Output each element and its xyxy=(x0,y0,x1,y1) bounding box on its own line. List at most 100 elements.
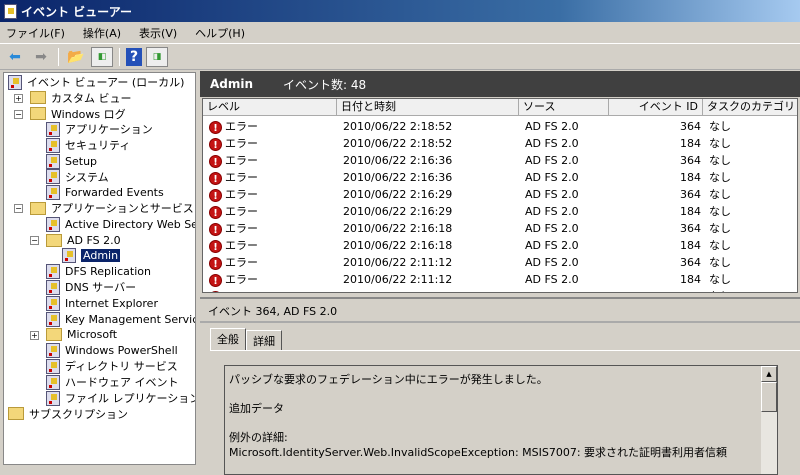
tree-item[interactable]: アプリケーション xyxy=(46,121,153,137)
error-icon: ! xyxy=(209,205,222,219)
event-source: AD FS 2.0 xyxy=(525,254,579,271)
show-hide-tree-icon[interactable]: ◧ xyxy=(91,46,113,67)
column-task-category[interactable]: タスクのカテゴリ xyxy=(703,99,797,116)
tree-item[interactable]: Active Directory Web Services xyxy=(46,216,195,232)
event-log-icon xyxy=(46,169,60,185)
menu-help[interactable]: ヘルプ(H) xyxy=(195,25,245,41)
tree-item[interactable]: サブスクリプション xyxy=(8,406,128,422)
event-id-text: 184 xyxy=(680,273,701,286)
tree-item[interactable]: Setup xyxy=(46,153,97,169)
event-date-text: 2010/06/22 2:10:35 xyxy=(343,290,452,292)
show-hide-action-pane-icon[interactable]: ◨ xyxy=(146,46,168,67)
expander-icon[interactable]: − xyxy=(14,109,23,119)
event-source-text: AD FS 2.0 xyxy=(525,188,579,201)
event-level-text: エラー xyxy=(225,188,258,201)
event-date: 2010/06/22 2:16:18 xyxy=(343,220,452,237)
log-header: Admin イベント数: 48 xyxy=(200,71,800,97)
tree-item-label: Setup xyxy=(65,154,98,168)
event-id-text: 184 xyxy=(680,171,701,184)
tree-item[interactable]: Forwarded Events xyxy=(46,185,164,201)
tree-item[interactable]: イベント ビューアー (ローカル) xyxy=(8,74,184,90)
tree-item[interactable]: Admin xyxy=(62,248,121,264)
back-icon[interactable]: ⬅ xyxy=(4,47,26,67)
table-row[interactable]: ! エラー 2010/06/22 2:16:29 AD FS 2.0 184 なし xyxy=(203,203,797,220)
tree-item[interactable]: AD FS 2.0 xyxy=(46,232,121,248)
tab-details[interactable]: 詳細 xyxy=(246,330,282,350)
tree-item-label: ハードウェア イベント xyxy=(65,376,179,390)
event-level: !エラー xyxy=(209,254,258,271)
menu-file[interactable]: ファイル(F) xyxy=(6,25,65,41)
table-row[interactable]: !エラー 2010/06/22 2:10:35 AD FS 2.0 364 なし xyxy=(203,288,797,292)
tab-general[interactable]: 全般 xyxy=(210,328,246,350)
vertical-scrollbar[interactable]: ▲ xyxy=(761,366,777,474)
tree-item[interactable]: カスタム ビュー xyxy=(30,90,132,106)
event-task-category: なし xyxy=(709,135,731,152)
event-source: AD FS 2.0 xyxy=(525,237,579,254)
tree-item[interactable]: ディレクトリ サービス xyxy=(46,358,178,374)
table-row[interactable]: ! エラー 2010/06/22 2:16:36 AD FS 2.0 184 なし xyxy=(203,169,797,186)
tree-item[interactable]: Microsoft xyxy=(46,327,117,343)
table-header: レベル 日付と時刻 ソース イベント ID タスクのカテゴリ xyxy=(203,99,797,116)
event-date: 2010/06/22 2:16:36 xyxy=(343,152,452,169)
error-icon: ! xyxy=(209,154,222,168)
scroll-up-icon[interactable]: ▲ xyxy=(761,366,777,382)
event-task-category-text: なし xyxy=(709,171,731,184)
event-date-text: 2010/06/22 2:18:52 xyxy=(343,137,453,150)
expander-icon[interactable]: + xyxy=(30,330,39,340)
event-date: 2010/06/22 2:16:36 xyxy=(343,169,452,186)
tree-item[interactable]: Windows ログ xyxy=(30,106,126,122)
menu-view[interactable]: 表示(V) xyxy=(139,25,177,41)
expander-icon[interactable]: − xyxy=(30,236,39,245)
tree-item[interactable]: Key Management Service xyxy=(46,311,195,327)
toolbar: ⬅ ➡ 📂 ◧ ? ◨ xyxy=(0,44,800,70)
column-date[interactable]: 日付と時刻 xyxy=(337,99,519,116)
column-level[interactable]: レベル xyxy=(203,99,337,116)
column-source[interactable]: ソース xyxy=(519,99,609,116)
event-id-text: 364 xyxy=(680,256,701,269)
event-task-category-text: なし xyxy=(709,154,731,167)
event-task-category: なし xyxy=(709,118,731,135)
up-folder-icon[interactable]: 📂 xyxy=(65,47,87,67)
tree-item[interactable]: ファイル レプリケーション サービス xyxy=(46,390,196,406)
tree-item[interactable]: Windows PowerShell xyxy=(46,343,178,359)
tree-item[interactable]: アプリケーションとサービス ログ xyxy=(30,200,195,216)
event-source: AD FS 2.0 xyxy=(525,169,579,186)
table-row[interactable]: ! エラー 2010/06/22 2:16:18 AD FS 2.0 364 なし xyxy=(203,220,797,237)
tree-item[interactable]: DNS サーバー xyxy=(46,279,136,295)
table-row[interactable]: ! エラー 2010/06/22 2:16:36 AD FS 2.0 364 なし xyxy=(203,152,797,169)
event-source-text: AD FS 2.0 xyxy=(525,256,579,269)
event-date-text: 2010/06/22 2:18:52 xyxy=(343,120,453,133)
tree-item[interactable]: Internet Explorer xyxy=(46,295,158,311)
table-row[interactable]: ! エラー 2010/06/22 2:18:52 AD FS 2.0 364 なし xyxy=(203,118,797,135)
table-row[interactable]: ! エラー 2010/06/22 2:16:29 AD FS 2.0 364 なし xyxy=(203,186,797,203)
event-task-category: なし xyxy=(709,237,731,254)
column-event-id[interactable]: イベント ID xyxy=(609,99,703,116)
event-date: 2010/06/22 2:16:18 xyxy=(343,237,452,254)
scroll-thumb[interactable] xyxy=(761,382,777,412)
help-icon[interactable]: ? xyxy=(126,47,142,66)
tree-item[interactable]: システム xyxy=(46,169,109,185)
table-row[interactable]: ! エラー 2010/06/22 2:11:12 AD FS 2.0 364 なし xyxy=(203,254,797,271)
table-row[interactable]: ! エラー 2010/06/22 2:11:12 AD FS 2.0 184 なし xyxy=(203,271,797,288)
tree-item[interactable]: DFS Replication xyxy=(46,264,151,280)
folder-icon xyxy=(8,407,24,421)
error-icon: ! xyxy=(209,188,222,202)
tree-item-label: システム xyxy=(65,170,109,184)
event-id: 364 xyxy=(613,118,701,135)
expander-icon[interactable]: + xyxy=(14,93,23,103)
error-icon: ! xyxy=(209,120,222,134)
menu-action[interactable]: 操作(A) xyxy=(83,25,121,41)
tab-divider xyxy=(210,350,800,351)
tree-item-label: ファイル レプリケーション サービス xyxy=(65,392,196,405)
event-description[interactable]: パッシブな要求のフェデレーション中にエラーが発生しました。 追加データ 例外の詳… xyxy=(224,365,778,475)
table-row[interactable]: ! エラー 2010/06/22 2:18:52 AD FS 2.0 184 なし xyxy=(203,135,797,152)
table-row[interactable]: ! エラー 2010/06/22 2:16:18 AD FS 2.0 184 なし xyxy=(203,237,797,254)
event-log-icon xyxy=(62,248,76,264)
toolbar-separator xyxy=(119,47,120,66)
expander-icon[interactable]: − xyxy=(14,204,23,214)
event-id-text: 184 xyxy=(680,205,701,218)
tree-item[interactable]: セキュリティ xyxy=(46,137,130,153)
forward-icon[interactable]: ➡ xyxy=(30,47,52,67)
tree-item-label: セキュリティ xyxy=(65,139,131,153)
tree-item[interactable]: ハードウェア イベント xyxy=(46,374,179,390)
